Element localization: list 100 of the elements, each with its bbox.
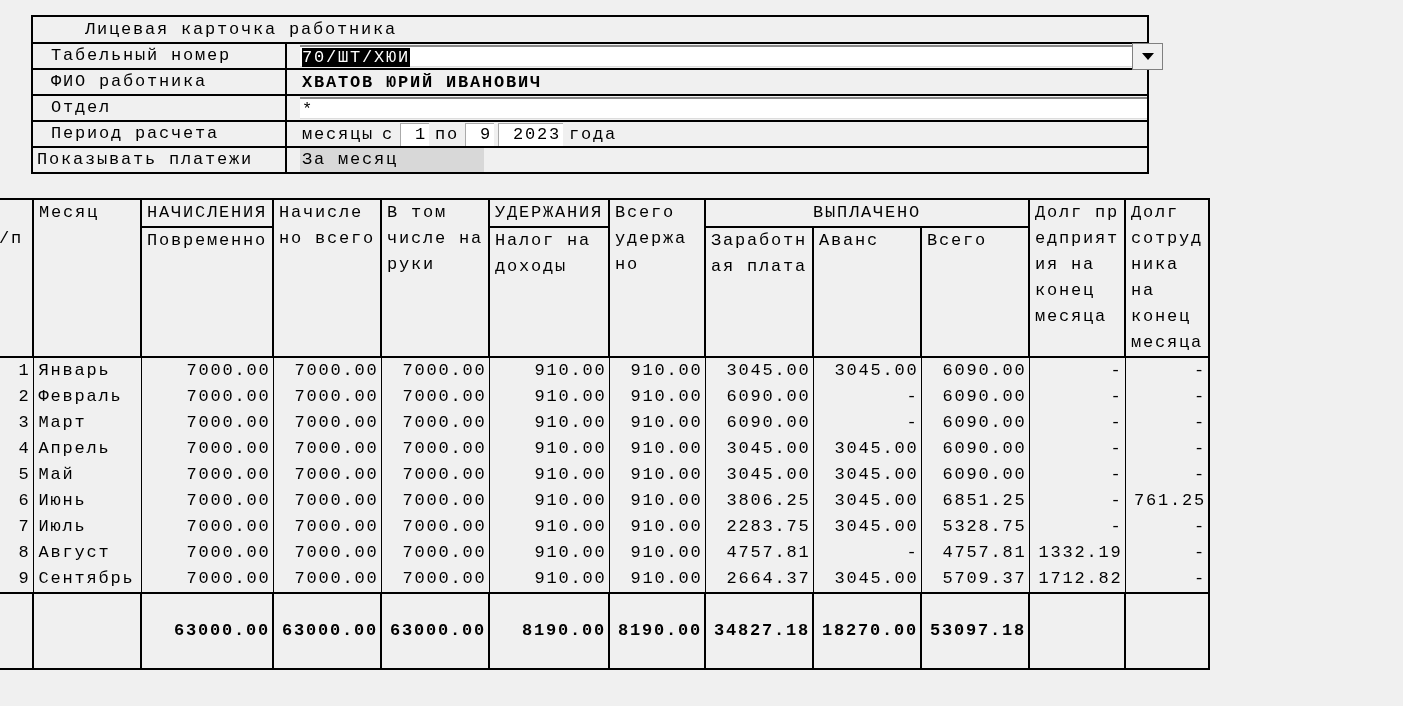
table-cell: 4 — [0, 436, 33, 462]
table-cell: 7000.00 — [141, 540, 273, 566]
employee-name: ХВАТОВ ЮРИЙ ИВАНОВИЧ — [301, 72, 543, 92]
group-header: ВЫПЛАЧЕНО — [705, 199, 1029, 227]
total-cell: 34827.18 — [705, 593, 813, 669]
total-cell: 8190.00 — [609, 593, 705, 669]
table-cell: 7000.00 — [381, 410, 489, 436]
table-cell: 5328.75 — [921, 514, 1029, 540]
field-label: Период расчета — [51, 124, 220, 143]
table-cell: - — [1125, 410, 1209, 436]
period-text: с — [381, 124, 396, 144]
table-cell: 7000.00 — [381, 540, 489, 566]
table-cell: 1332.19 — [1029, 540, 1125, 566]
table-cell: Апрель — [33, 436, 141, 462]
table-cell: 7000.00 — [273, 462, 381, 488]
table-cell: Август — [33, 540, 141, 566]
table-cell: 2 — [0, 384, 33, 410]
table-cell: 7000.00 — [141, 357, 273, 384]
payments-select[interactable]: За месяц — [300, 148, 484, 172]
department-field[interactable]: * — [300, 97, 1147, 119]
table-cell: Январь — [33, 357, 141, 384]
column-header: Аванс — [813, 227, 921, 357]
table-cell: - — [1125, 514, 1209, 540]
total-cell: 63000.00 — [273, 593, 381, 669]
table-cell: 7000.00 — [381, 436, 489, 462]
table-cell: 7000.00 — [141, 410, 273, 436]
table-cell: 7000.00 — [381, 488, 489, 514]
table-cell: 8 — [0, 540, 33, 566]
table-cell: 7000.00 — [273, 514, 381, 540]
table-cell: 3045.00 — [813, 357, 921, 384]
table-cell: 6090.00 — [705, 410, 813, 436]
table-cell: 6090.00 — [921, 357, 1029, 384]
table-cell: - — [1029, 436, 1125, 462]
table-cell: 7000.00 — [273, 488, 381, 514]
table-cell: 7000.00 — [273, 384, 381, 410]
table-cell: 910.00 — [609, 384, 705, 410]
period-field[interactable]: 9 — [465, 122, 495, 146]
table-cell: - — [813, 384, 921, 410]
column-header: Долг пр едприят ия на конец месяца — [1029, 199, 1125, 357]
table-cell: 5709.37 — [921, 566, 1029, 593]
table-cell: 3045.00 — [705, 357, 813, 384]
table-cell: 6090.00 — [921, 410, 1029, 436]
table-cell: 4757.81 — [705, 540, 813, 566]
field-value: 70/ШТ/ХЮИ — [302, 48, 410, 67]
table-cell: 910.00 — [489, 540, 609, 566]
column-header: Начисле но всего — [273, 199, 381, 357]
table-cell: 6090.00 — [921, 384, 1029, 410]
table-cell: - — [1125, 357, 1209, 384]
table-cell: - — [1029, 357, 1125, 384]
table-cell: 6851.25 — [921, 488, 1029, 514]
table-cell: Февраль — [33, 384, 141, 410]
table-cell: 2283.75 — [705, 514, 813, 540]
table-cell: 7000.00 — [141, 566, 273, 593]
table-cell: Март — [33, 410, 141, 436]
table-cell: 3045.00 — [813, 514, 921, 540]
table-cell: 910.00 — [609, 540, 705, 566]
table-cell: - — [1029, 384, 1125, 410]
card-title: Лицевая карточка работника — [85, 20, 398, 39]
table-cell: - — [1125, 540, 1209, 566]
total-cell: 8190.00 — [489, 593, 609, 669]
total-cell: 18270.00 — [813, 593, 921, 669]
table-cell: Июль — [33, 514, 141, 540]
table-cell: 910.00 — [489, 410, 609, 436]
total-cell: 63000.00 — [381, 593, 489, 669]
field-label: Отдел — [51, 98, 111, 117]
table-cell: 910.00 — [609, 436, 705, 462]
column-header: /п — [0, 199, 33, 357]
table-cell: 7000.00 — [381, 357, 489, 384]
period-field[interactable]: 1 — [400, 122, 430, 146]
table-cell: 1 — [0, 357, 33, 384]
table-cell: Июнь — [33, 488, 141, 514]
table-cell: 910.00 — [489, 462, 609, 488]
table-cell: 7000.00 — [381, 514, 489, 540]
column-header: Долг сотруд ника на конец месяца — [1125, 199, 1209, 357]
table-cell: 7000.00 — [381, 462, 489, 488]
table-cell: 6 — [0, 488, 33, 514]
total-cell: 53097.18 — [921, 593, 1029, 669]
table-cell: 761.25 — [1125, 488, 1209, 514]
table-cell: 910.00 — [609, 488, 705, 514]
table-cell: 910.00 — [489, 384, 609, 410]
table-cell: 1712.82 — [1029, 566, 1125, 593]
group-header: НАЧИСЛЕНИЯ — [141, 199, 273, 227]
field-label: Табельный номер — [51, 46, 232, 65]
table-cell: 3045.00 — [705, 436, 813, 462]
table-cell: 910.00 — [489, 566, 609, 593]
table-cell: 7000.00 — [273, 410, 381, 436]
table-cell: 3045.00 — [813, 436, 921, 462]
period-text: месяцы — [301, 124, 375, 144]
column-header: Всего удержа но — [609, 199, 705, 357]
table-cell: 7000.00 — [273, 540, 381, 566]
table-cell: 3 — [0, 410, 33, 436]
table-cell: 910.00 — [489, 357, 609, 384]
column-header: Заработн ая плата — [705, 227, 813, 357]
period-field[interactable]: 2023 — [498, 122, 564, 146]
caret-icon — [1141, 52, 1154, 60]
table-cell: 7 — [0, 514, 33, 540]
period-text: года — [568, 124, 619, 144]
employee-number-field[interactable]: 70/ШТ/ХЮИ — [300, 45, 1132, 67]
dropdown-button[interactable] — [1132, 42, 1163, 70]
table-cell: 6090.00 — [921, 436, 1029, 462]
